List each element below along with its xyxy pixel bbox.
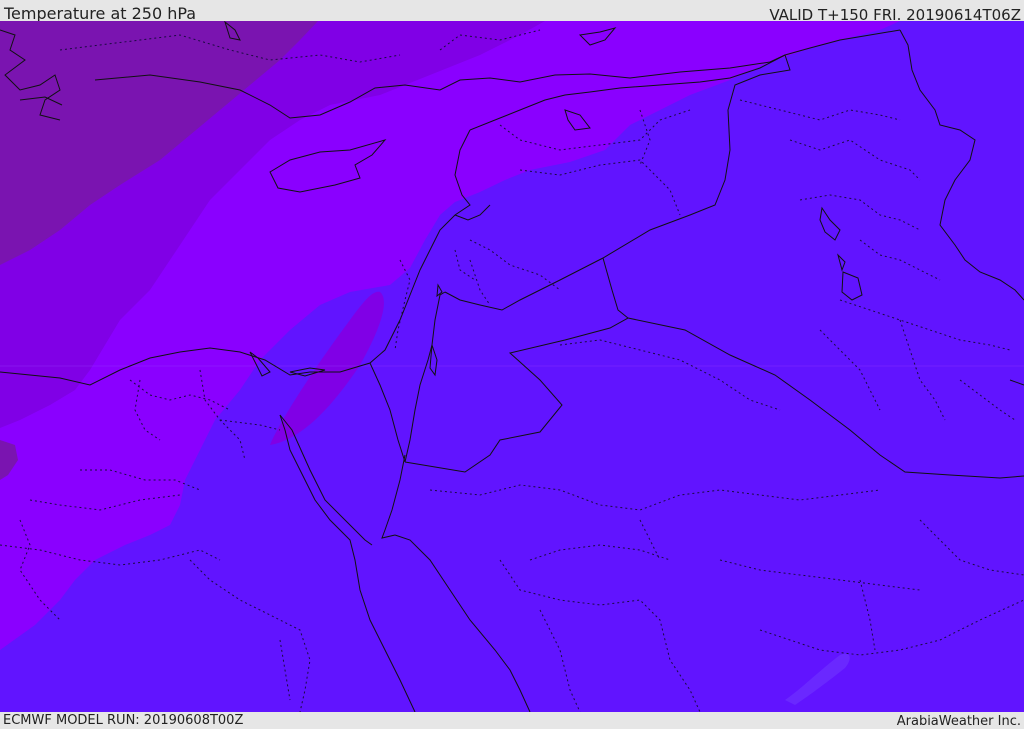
model-run-label: ECMWF MODEL RUN: 20190608T00Z: [3, 713, 244, 728]
footer-bar: ECMWF MODEL RUN: 20190608T00Z ArabiaWeat…: [0, 712, 1024, 729]
temperature-map: [0, 21, 1024, 712]
weather-map-frame: Temperature at 250 hPa VALID T+150 FRI. …: [0, 0, 1024, 729]
map-svg: [0, 21, 1024, 712]
header-bar: Temperature at 250 hPa VALID T+150 FRI. …: [0, 0, 1024, 24]
credit-label: ArabiaWeather Inc.: [896, 714, 1021, 729]
